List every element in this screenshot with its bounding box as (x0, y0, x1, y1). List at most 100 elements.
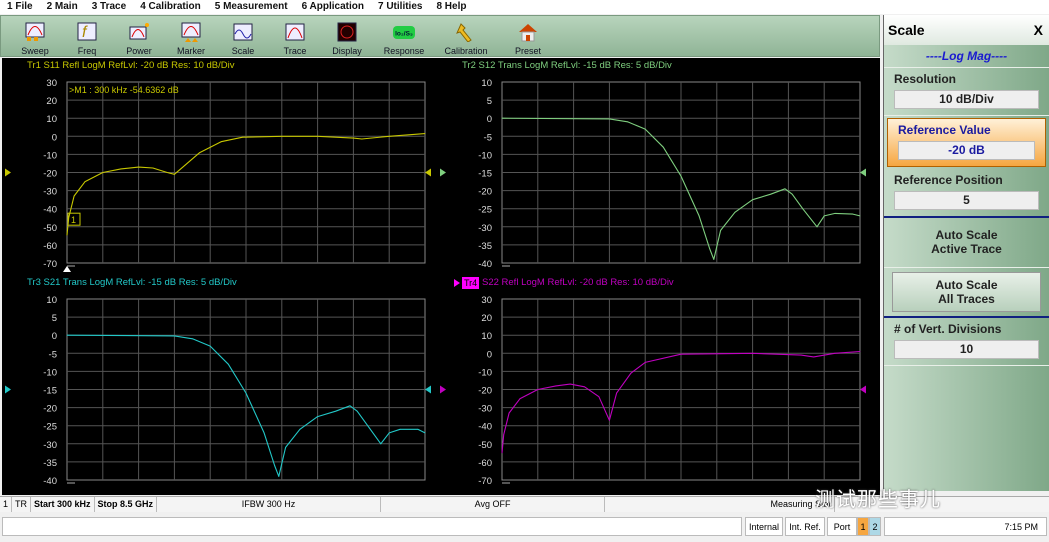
reference-level-arrow-icon (425, 168, 431, 177)
menu-bar: 1 File 2 Main 3 Trace 4 Calibration 5 Measur… (0, 0, 1049, 14)
data-point (424, 133, 426, 134)
data-point (192, 338, 193, 340)
reference-value-field[interactable]: -20 dB (898, 141, 1035, 160)
data-point (281, 135, 283, 137)
button-line: Auto Scale (935, 278, 998, 292)
reference-level-arrow-icon (5, 168, 11, 177)
data-point (274, 465, 276, 466)
y-tick-label: 5 (487, 96, 492, 107)
data-point (800, 354, 802, 356)
toolbar-button-sweep[interactable]: Sweep (9, 16, 61, 56)
menu-item[interactable]: 7 Utilities (371, 0, 429, 14)
menu-item[interactable]: 1 File (0, 0, 40, 14)
menu-item[interactable]: 3 Trace (85, 0, 133, 14)
data-point (834, 213, 836, 214)
button-line: Auto Scale (935, 228, 998, 242)
toolbar-label: Freq (77, 46, 97, 56)
ifbw[interactable]: IFBW 300 Hz (157, 497, 382, 512)
y-tick-label: -25 (43, 422, 57, 433)
toolbar-button-scale[interactable]: Scale (217, 16, 269, 56)
data-point (802, 208, 804, 210)
data-point (698, 215, 700, 217)
data-point (734, 211, 736, 213)
trace-title: Tr1 S11 Refl LogM RefLvl: -20 dB Res: 10… (27, 60, 235, 71)
response-badge-text: lo₂/S₃ (395, 31, 413, 38)
stop-frequency[interactable]: Stop 8.5 GHz (95, 497, 158, 512)
data-point (752, 199, 753, 201)
clock: 7:15 PM (884, 517, 1047, 536)
reference-level-arrow-icon (440, 168, 446, 177)
toolbar-button-power[interactable]: Power (113, 16, 165, 56)
averaging[interactable]: Avg OFF (381, 497, 606, 512)
reference-value-section[interactable]: Reference Value -20 dB (887, 118, 1046, 167)
int-ref-indicator: Int. Ref. (785, 517, 825, 536)
data-point (335, 410, 337, 412)
toolbar-label: Response (383, 46, 425, 56)
close-button[interactable]: X (1034, 22, 1043, 38)
data-point (388, 135, 390, 137)
house-icon (517, 22, 539, 46)
data-point (367, 425, 369, 427)
scale-icon (232, 22, 254, 46)
reference-position-field[interactable]: 5 (894, 191, 1039, 210)
toolbar-label: Sweep (21, 46, 49, 56)
data-point (713, 258, 715, 260)
y-tick-label: -10 (478, 150, 492, 161)
trace-plot-4: Tr4 S22 Refl LogM RefLvl: -20 dB Res: 10 … (440, 277, 866, 487)
port-2-indicator[interactable]: 2 (869, 517, 881, 536)
menu-item[interactable]: 5 Measurement (208, 0, 295, 14)
toolbar-button-freq[interactable]: f Freq (61, 16, 113, 56)
toolbar-button-preset[interactable]: Preset (497, 16, 559, 56)
y-tick-label: -20 (43, 404, 57, 415)
reference-level-arrow-icon (425, 385, 431, 394)
data-point (361, 138, 363, 140)
auto-scale-all-traces-button[interactable]: Auto Scale All Traces (892, 272, 1041, 312)
button-line: Active Trace (931, 242, 1002, 256)
menu-item[interactable]: 4 Calibration (133, 0, 208, 14)
measuring-status: Measuring Stat (605, 497, 836, 512)
y-tick-label: -35 (478, 241, 492, 252)
toolbar-button-marker[interactable]: Marker (165, 16, 217, 56)
y-tick-label: 30 (46, 78, 57, 89)
toolbar-button-display[interactable]: Display (321, 16, 373, 56)
toolbar-button-response[interactable]: lo₂/S₃ Response (373, 16, 435, 56)
data-point (356, 410, 358, 412)
response-icon: lo₂/S₃ (393, 22, 415, 46)
vert-divisions-field[interactable]: 10 (894, 340, 1039, 359)
resolution-field[interactable]: 10 dB/Div (894, 90, 1039, 109)
data-point (227, 363, 229, 365)
data-point (173, 335, 175, 337)
y-tick-label: 10 (46, 114, 57, 125)
toolbar-button-trace[interactable]: Trace (269, 16, 321, 56)
y-tick-label: -10 (43, 367, 57, 378)
toolbar-label: Calibration (444, 46, 488, 56)
y-tick-label: 10 (481, 78, 492, 89)
data-point (834, 352, 836, 354)
y-tick-label: -70 (478, 476, 492, 487)
toolbar: Sweep f Freq Power Marker Scale Trace Display lo… (0, 15, 880, 57)
menu-item[interactable]: 8 Help (429, 0, 473, 14)
start-frequency[interactable]: Start 300 kHz (31, 497, 95, 512)
data-point (220, 141, 222, 143)
mode-label: ----Log Mag---- (884, 45, 1049, 68)
data-point (859, 351, 861, 352)
y-tick-label: -50 (478, 440, 492, 451)
y-tick-label: -15 (43, 386, 57, 397)
menu-item[interactable]: 6 Application (295, 0, 371, 14)
data-point (285, 447, 286, 448)
port-1-indicator[interactable]: 1 (857, 517, 869, 536)
tr-indicator: TR (12, 497, 32, 512)
data-point (816, 226, 818, 228)
reference-level-arrow-icon (860, 385, 866, 394)
data-point (102, 172, 104, 173)
trace-plot-3: Tr3 S21 Trans LogM RefLvl: -15 dB Res: 5… (5, 277, 431, 487)
data-point (166, 172, 168, 173)
y-tick-label: 20 (481, 313, 492, 324)
trace-title: S22 Refl LogM RefLvl: -20 dB Res: 10 dB/… (482, 277, 674, 288)
trace-title: Tr3 S21 Trans LogM RefLvl: -15 dB Res: 5… (27, 277, 237, 288)
toolbar-button-calibration[interactable]: Calibration (435, 16, 497, 56)
auto-scale-active-trace-button[interactable]: Auto Scale Active Trace (884, 218, 1049, 268)
wrench-icon (455, 22, 477, 46)
menu-item[interactable]: 2 Main (40, 0, 85, 14)
data-point (380, 443, 382, 445)
